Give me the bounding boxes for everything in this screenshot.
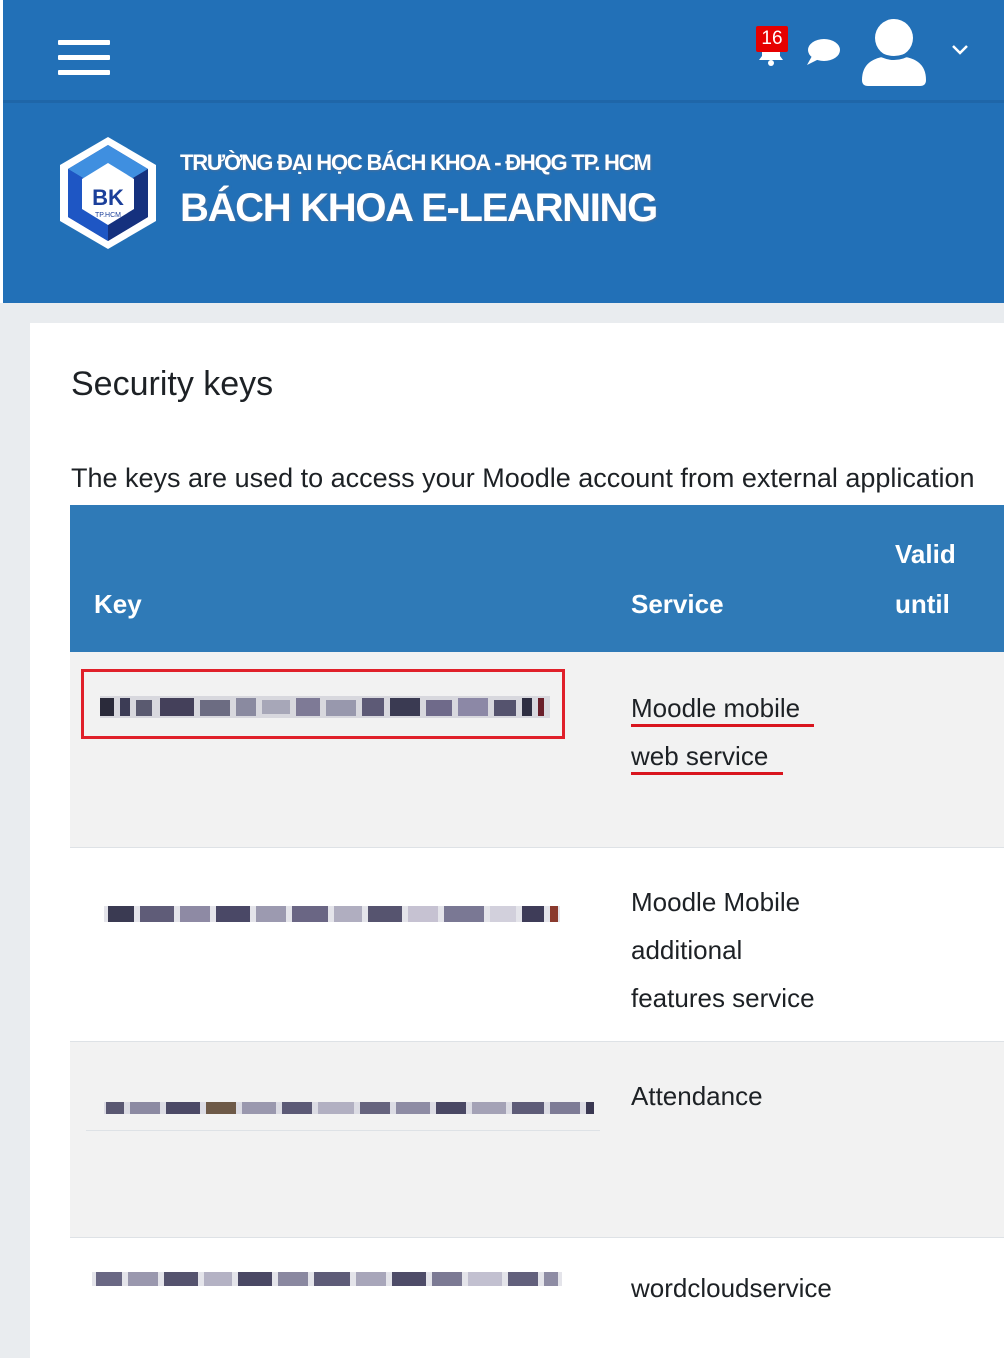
- service-name: additional: [631, 935, 743, 965]
- page-title: Security keys: [71, 365, 274, 403]
- table-row: Attendance: [70, 1042, 1004, 1238]
- site-title[interactable]: BÁCH KHOA E-LEARNING: [180, 186, 658, 231]
- red-underline: [631, 724, 814, 727]
- table-row: wordcloudservice: [70, 1238, 1004, 1358]
- hamburger-menu-icon[interactable]: [55, 37, 113, 81]
- pixelated-key-value[interactable]: [104, 1094, 594, 1120]
- pixelated-key-value[interactable]: [104, 900, 560, 926]
- table-header: Key Service Valid until: [70, 505, 1004, 652]
- bk-logo[interactable]: BK TP.HCM: [52, 133, 164, 253]
- column-header-key[interactable]: Key: [94, 579, 142, 629]
- table-row: Moodle mobile web service: [70, 652, 1004, 848]
- chat-bubble-icon[interactable]: [803, 34, 843, 68]
- notification-count-badge: 16: [756, 26, 788, 52]
- chevron-down-icon[interactable]: [948, 38, 972, 62]
- table-row: Moodle Mobile additional features servic…: [70, 848, 1004, 1042]
- service-name: features service: [631, 983, 815, 1013]
- service-name: wordcloudservice: [631, 1273, 832, 1303]
- top-navbar: 16: [3, 0, 1004, 100]
- user-avatar-icon[interactable]: [856, 12, 932, 88]
- university-name: TRƯỜNG ĐẠI HỌC BÁCH KHOA - ĐHQG TP. HCM: [180, 150, 652, 175]
- column-header-service[interactable]: Service: [631, 579, 724, 629]
- key-field-underline: [86, 1130, 600, 1131]
- pixelated-key-value[interactable]: [100, 694, 550, 720]
- pixelated-key-value[interactable]: [92, 1266, 562, 1292]
- column-header-valid-until-line1[interactable]: Valid: [895, 529, 956, 579]
- red-underline: [631, 772, 783, 775]
- logo-text: BK: [92, 185, 124, 210]
- service-name: Moodle Mobile: [631, 887, 801, 917]
- service-name: Attendance: [631, 1081, 763, 1111]
- page-intro-text: The keys are used to access your Moodle …: [71, 463, 975, 493]
- column-header-valid-until-line2[interactable]: until: [895, 579, 950, 629]
- logo-subtext: TP.HCM: [95, 212, 121, 219]
